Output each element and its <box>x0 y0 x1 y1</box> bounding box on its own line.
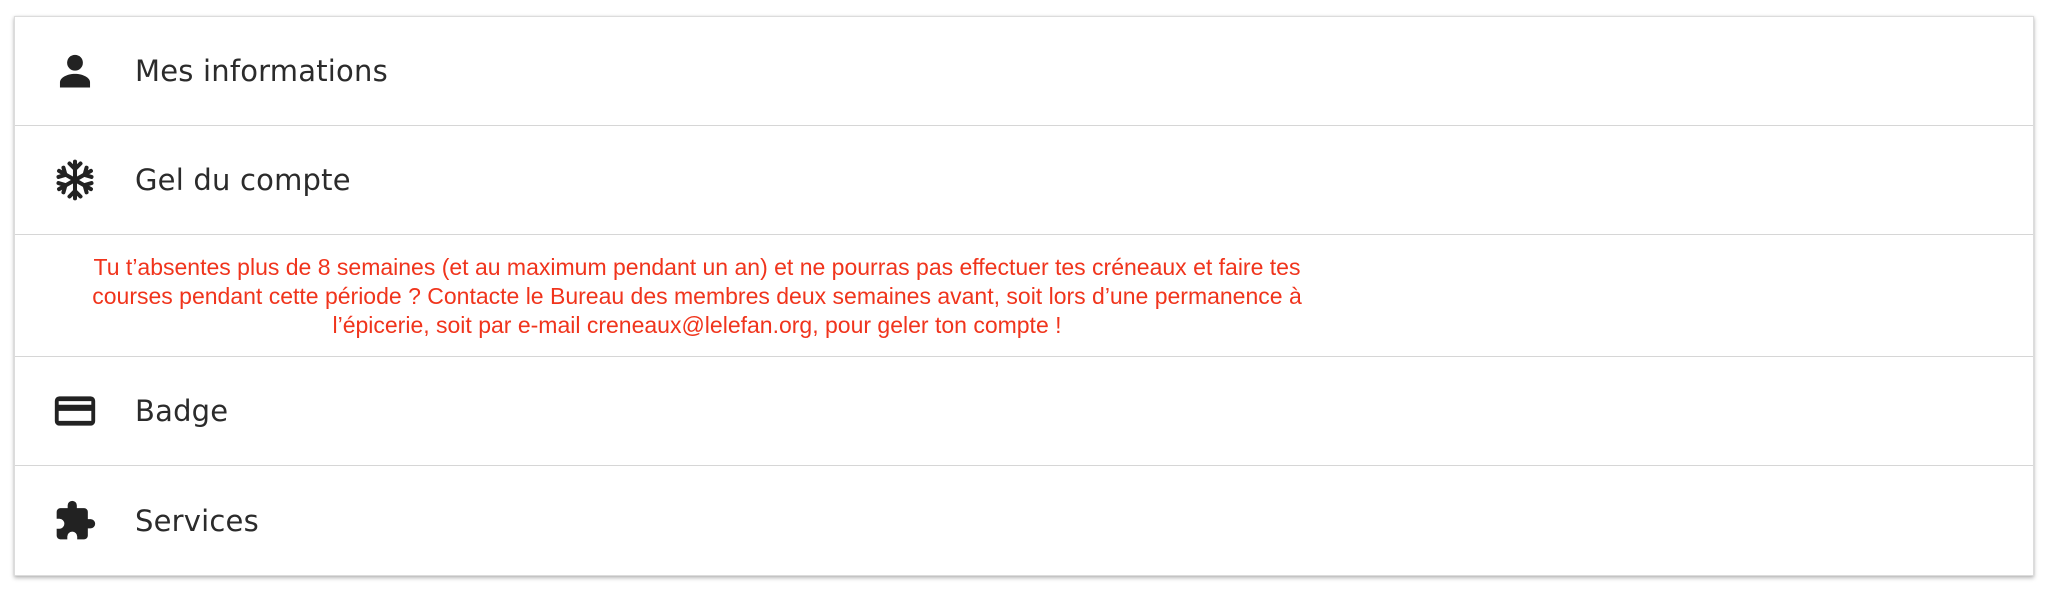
freeze-notice-text: Tu t’absentes plus de 8 semaines (et au … <box>92 254 1302 338</box>
menu-item-label: Gel du compte <box>135 163 351 197</box>
credit-card-icon <box>53 389 97 433</box>
menu-item-services[interactable]: Services <box>15 466 2033 575</box>
menu-item-label: Badge <box>135 394 229 428</box>
person-icon <box>53 49 97 93</box>
menu-item-badge[interactable]: Badge <box>15 357 2033 466</box>
menu-item-label: Mes informations <box>135 54 388 88</box>
menu-item-gel-du-compte[interactable]: Gel du compte <box>15 126 2033 235</box>
snowflake-icon <box>53 158 97 202</box>
menu-item-label: Services <box>135 503 259 538</box>
menu-item-mes-informations[interactable]: Mes informations <box>15 17 2033 126</box>
freeze-notice: Tu t’absentes plus de 8 semaines (et au … <box>15 235 2033 357</box>
puzzle-icon <box>53 499 97 543</box>
account-menu-panel: Mes informations Gel du compte Tu t’abse… <box>14 16 2034 576</box>
